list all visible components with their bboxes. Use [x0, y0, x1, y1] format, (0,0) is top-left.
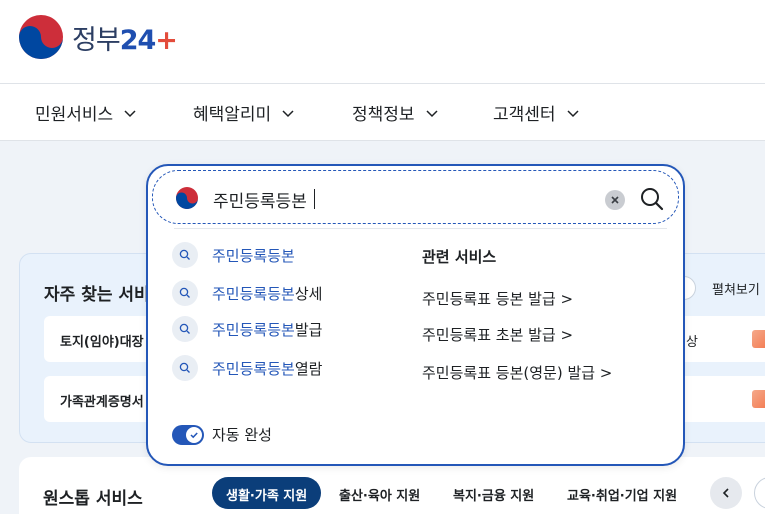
- logo-text: 정부24+: [72, 24, 178, 56]
- site-header: 정부24+: [0, 0, 765, 84]
- nav-item-benefit-alert[interactable]: 혜택알리미: [193, 100, 295, 125]
- nav-item-civil-service[interactable]: 민원서비스: [35, 100, 137, 125]
- tab-welfare-finance[interactable]: 복지·금융 지원: [439, 477, 548, 509]
- check-icon: [190, 431, 198, 438]
- chevron-down-icon: [124, 109, 136, 117]
- search-suggestion[interactable]: 주민등록등본상세: [172, 280, 322, 306]
- toggle-knob: [186, 426, 202, 443]
- tab-life-family[interactable]: 생활·가족 지원: [212, 477, 322, 509]
- suggestion-text: 주민등록등본발급: [212, 320, 323, 339]
- autocomplete-label: 자동 완성: [212, 426, 272, 444]
- search-button[interactable]: [639, 186, 665, 216]
- search-dropdown-panel: 주민등록등본 주민등록등본상세 주민등록등본발급 주민등록등본열람 관련 서비스…: [146, 164, 685, 466]
- search-input[interactable]: [213, 187, 593, 211]
- suggestion-text: 주민등록등본상세: [212, 284, 323, 303]
- site-logo[interactable]: 정부24+: [18, 14, 178, 60]
- search-icon: [641, 188, 664, 211]
- nav-item-policy-info[interactable]: 정책정보: [352, 100, 439, 125]
- search-icon: [172, 242, 198, 268]
- text-cursor: [314, 189, 315, 209]
- related-services-title: 관련 서비스: [422, 248, 497, 266]
- clear-button[interactable]: [605, 190, 625, 210]
- korea-emblem-icon: [19, 15, 63, 59]
- main-nav: 민원서비스 혜택알리미 정책정보 고객센터: [0, 84, 765, 141]
- nav-label: 정책정보: [352, 105, 415, 125]
- document-icon: [752, 330, 765, 348]
- next-button[interactable]: [754, 477, 765, 509]
- prev-button[interactable]: [710, 477, 742, 509]
- chevron-down-icon: [426, 109, 438, 117]
- autocomplete-control: 자동 완성: [172, 424, 272, 445]
- korea-emblem-icon: [176, 187, 198, 209]
- tab-education-employment[interactable]: 교육·취업·기업 지원: [553, 477, 691, 509]
- chevron-left-icon: [722, 488, 729, 498]
- nav-label: 혜택알리미: [193, 105, 272, 125]
- service-label: 토지(임야)대장: [60, 335, 144, 350]
- suggestion-text: 주민등록등본: [212, 246, 295, 265]
- autocomplete-toggle[interactable]: [172, 424, 204, 445]
- search-icon: [172, 316, 198, 342]
- search-suggestion[interactable]: 주민등록등본: [172, 242, 295, 268]
- search-icon: [172, 355, 198, 381]
- expand-label[interactable]: 펼쳐보기: [712, 279, 760, 298]
- nav-item-customer-center[interactable]: 고객센터: [493, 100, 580, 125]
- frequent-services-title: 자주 찾는 서비: [44, 285, 150, 305]
- search-bar[interactable]: [152, 170, 679, 224]
- search-suggestion[interactable]: 주민등록등본발급: [172, 316, 322, 342]
- search-divider: [174, 228, 667, 229]
- service-side-label: 상: [686, 335, 698, 350]
- suggestion-text: 주민등록등본열람: [212, 359, 323, 378]
- nav-label: 고객센터: [493, 105, 556, 125]
- tab-birth-childcare[interactable]: 출산·육아 지원: [325, 477, 434, 509]
- search-suggestion[interactable]: 주민등록등본열람: [172, 355, 322, 381]
- related-service-link[interactable]: 주민등록표 초본 발급 >: [422, 324, 573, 345]
- related-service-link[interactable]: 주민등록표 등본 발급 >: [422, 288, 573, 309]
- nav-label: 민원서비스: [35, 105, 114, 125]
- related-service-link[interactable]: 주민등록표 등본(영문) 발급 >: [422, 362, 612, 383]
- search-icon: [172, 280, 198, 306]
- service-label: 가족관계증명서: [60, 395, 144, 410]
- onestop-title: 원스톱 서비스: [43, 489, 143, 509]
- chevron-down-icon: [567, 109, 579, 117]
- document-icon: [752, 390, 765, 408]
- clear-icon: [611, 196, 619, 204]
- chevron-down-icon: [282, 109, 294, 117]
